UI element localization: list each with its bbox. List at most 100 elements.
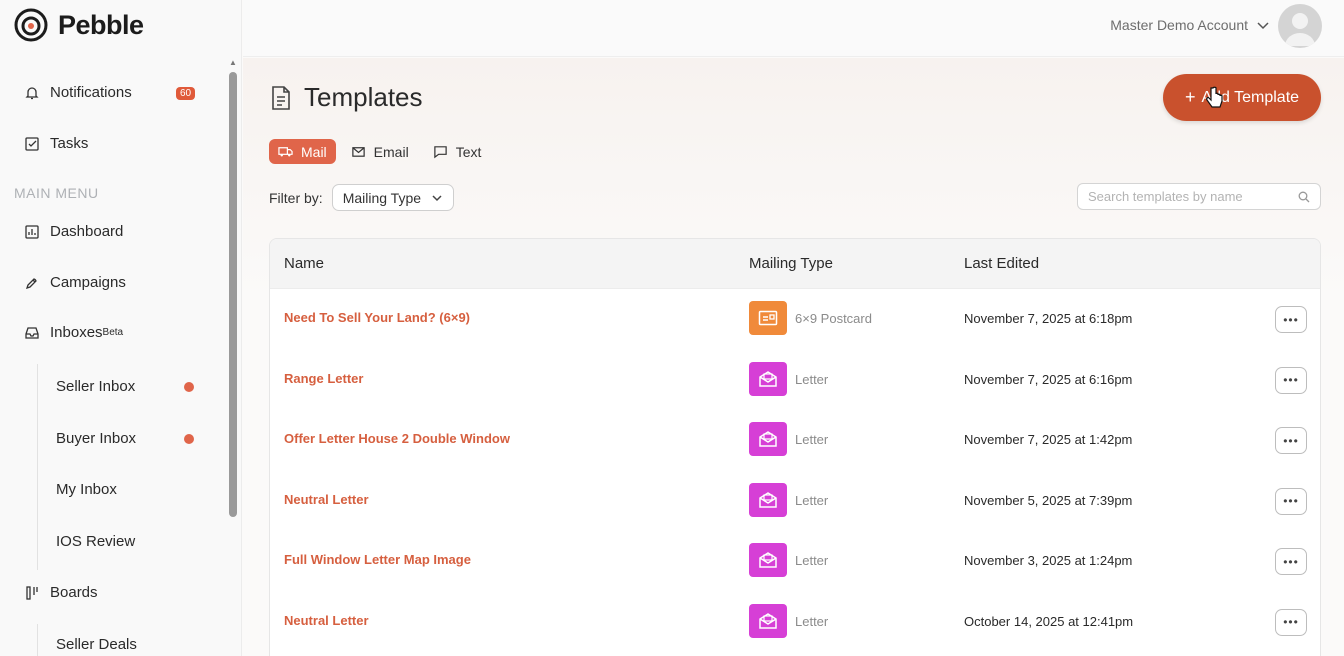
mailing-type-label: Letter — [795, 371, 829, 387]
sidebar-item-ios-review[interactable]: IOS Review — [56, 533, 135, 550]
submenu-divider — [37, 364, 38, 570]
beta-superscript: Beta — [102, 327, 124, 338]
section-label-main-menu: MAIN MENU — [14, 185, 99, 201]
last-edited-date: November 7, 2025 at 1:42pm — [964, 432, 1133, 447]
template-name-link[interactable]: Range Letter — [284, 371, 363, 386]
plus-icon: + — [1184, 87, 1196, 107]
sidebar-item-label: Inboxes — [50, 324, 103, 341]
letter-icon — [749, 482, 787, 517]
table-header: Name Mailing Type Last Edited — [270, 239, 1320, 289]
mail-truck-icon — [278, 147, 293, 157]
table-row[interactable]: Full Window Letter Map Image Letter Novemb… — [270, 531, 1320, 591]
tab-label: Email — [373, 143, 409, 160]
templates-table: Name Mailing Type Last Edited Need To Se… — [269, 238, 1321, 656]
hand-cursor-icon — [1206, 86, 1223, 108]
brand-name: Pebble — [58, 9, 144, 40]
table-row[interactable]: Range Letter Letter November 7, 2025 at 6:… — [270, 350, 1320, 410]
boards-icon — [24, 585, 40, 601]
inbox-icon — [24, 325, 40, 341]
sidebar-item-seller-inbox[interactable]: Seller Inbox — [56, 378, 135, 395]
page-title: Templates — [270, 82, 423, 113]
table-row[interactable]: Neutral Letter Letter November 5, 2025 at … — [270, 471, 1320, 531]
mailing-type-label: Letter — [795, 553, 829, 568]
unread-dot — [184, 382, 194, 392]
last-edited-date: November 3, 2025 at 1:24pm — [964, 553, 1133, 568]
search-input[interactable]: Search templates by name — [1077, 183, 1321, 210]
letter-icon — [749, 543, 787, 577]
sidebar-item-label: Boards — [50, 584, 98, 601]
last-edited-date: November 7, 2025 at 6:18pm — [964, 311, 1133, 326]
tab-mail[interactable]: Mail — [269, 139, 336, 164]
tab-email[interactable]: Email — [342, 139, 418, 164]
sidebar-scrollbar[interactable] — [229, 72, 237, 517]
bell-icon — [24, 85, 40, 101]
sidebar: Pebble Notifications 60 Tasks MAIN MENU … — [0, 0, 242, 656]
sidebar-item-my-inbox[interactable]: My Inbox — [56, 481, 117, 498]
postcard-icon — [749, 301, 787, 335]
chevron-down-icon — [1257, 22, 1269, 30]
account-name: Master Demo Account — [1110, 17, 1248, 33]
dashboard-icon — [24, 224, 40, 240]
column-header-mailing-type[interactable]: Mailing Type — [749, 255, 833, 272]
filter-bar: Filter by: Mailing Type — [269, 184, 455, 211]
table-row[interactable]: Offer Letter House 2 Double Window Letter… — [270, 410, 1320, 470]
last-edited-date: October 14, 2025 at 12:41pm — [964, 613, 1134, 629]
sidebar-item-label: Dashboard — [50, 223, 124, 240]
unread-dot — [184, 434, 194, 444]
tab-label: Mail — [301, 143, 327, 160]
more-actions-button[interactable]: ••• — [1275, 548, 1307, 575]
template-name-link[interactable]: Neutral Letter — [284, 492, 369, 507]
more-actions-button[interactable]: ••• — [1275, 366, 1307, 394]
last-edited-date: November 5, 2025 at 7:39pm — [964, 492, 1133, 508]
mailing-type-label: 6×9 Postcard — [795, 311, 872, 326]
scroll-up-arrow-icon[interactable]: ▲ — [229, 58, 237, 67]
sidebar-item-campaigns[interactable]: Campaigns — [24, 274, 126, 291]
sidebar-item-buyer-inbox[interactable]: Buyer Inbox — [56, 430, 136, 447]
notification-count-badge: 60 — [176, 87, 196, 100]
more-actions-button[interactable]: ••• — [1275, 608, 1307, 636]
sidebar-item-seller-deals[interactable]: Seller Deals — [56, 636, 137, 653]
letter-icon — [749, 361, 787, 396]
sidebar-item-dashboard[interactable]: Dashboard — [24, 223, 123, 240]
chevron-down-icon — [432, 194, 442, 201]
column-header-last-edited[interactable]: Last Edited — [964, 255, 1039, 272]
table-row[interactable]: Neutral Letter Letter October 14, 2025 at … — [270, 592, 1320, 652]
user-avatar-icon — [1285, 13, 1315, 46]
sidebar-item-boards[interactable]: Boards — [24, 584, 98, 601]
search-placeholder: Search templates by name — [1088, 189, 1243, 204]
template-name-link[interactable]: Full Window Letter Map Image — [284, 552, 471, 567]
tab-text[interactable]: Text — [424, 139, 491, 164]
column-header-name[interactable]: Name — [284, 255, 324, 272]
sidebar-item-notifications[interactable]: Notifications — [24, 84, 132, 101]
tab-label: Text — [455, 143, 482, 160]
letter-icon — [749, 422, 787, 456]
mailing-type-label: Letter — [795, 613, 829, 629]
sidebar-item-label: Campaigns — [50, 274, 126, 291]
top-bar: Master Demo Account — [243, 0, 1344, 57]
template-name-link[interactable]: Neutral Letter — [284, 613, 369, 628]
template-name-link[interactable]: Need To Sell Your Land? (6×9) — [284, 310, 470, 325]
account-switcher[interactable]: Master Demo Account — [1110, 17, 1270, 33]
filter-label: Filter by: — [269, 189, 323, 206]
template-name-link[interactable]: Offer Letter House 2 Double Window — [284, 431, 510, 446]
document-icon — [272, 85, 290, 110]
sidebar-item-tasks[interactable]: Tasks — [24, 135, 88, 152]
avatar[interactable] — [1278, 4, 1322, 48]
add-template-button[interactable]: + Add Template — [1163, 74, 1321, 121]
main-content: Templates + Add Template Mail Email Text… — [243, 58, 1344, 656]
sidebar-item-label: Notifications — [50, 84, 132, 101]
more-actions-button[interactable]: ••• — [1275, 487, 1307, 515]
more-actions-button[interactable]: ••• — [1275, 306, 1307, 333]
mailing-type-select[interactable]: Mailing Type — [331, 184, 455, 211]
template-tabs: Mail Email Text — [269, 139, 490, 164]
search-icon — [1298, 191, 1310, 202]
sidebar-item-inboxes[interactable]: Inboxes Beta — [24, 324, 123, 341]
logo[interactable]: Pebble — [14, 8, 144, 42]
page-title-text: Templates — [304, 82, 423, 112]
more-actions-button[interactable]: ••• — [1275, 427, 1307, 454]
task-check-icon — [24, 136, 40, 152]
table-row[interactable]: Need To Sell Your Land? (6×9) 6×9 Postcar… — [270, 289, 1320, 349]
submenu-divider — [37, 624, 38, 656]
mailing-type-label: Letter — [795, 492, 829, 508]
last-edited-date: November 7, 2025 at 6:16pm — [964, 371, 1133, 387]
